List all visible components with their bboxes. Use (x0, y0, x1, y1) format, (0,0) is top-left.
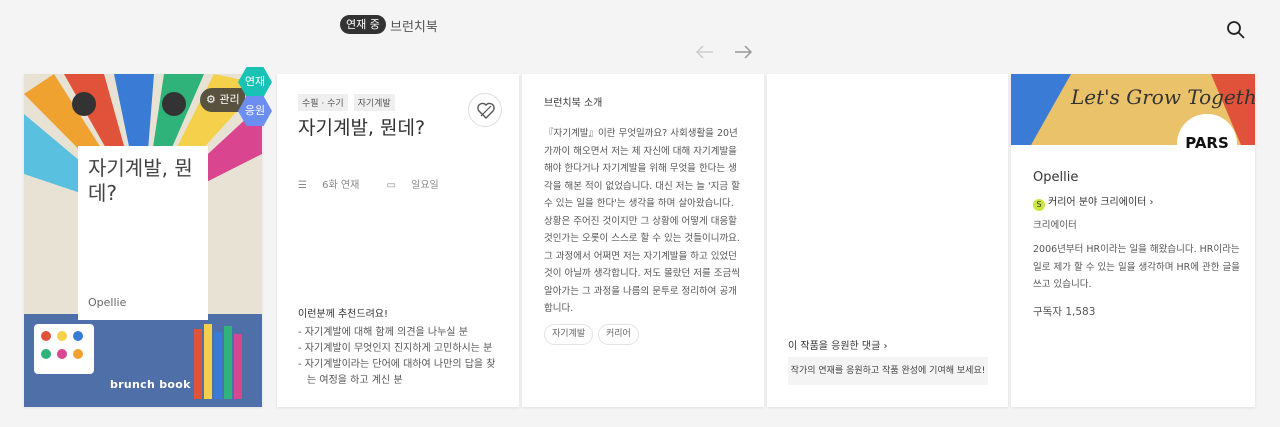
book-title: 자기계발, 뭔데? (298, 117, 426, 139)
category-tags: 수필 · 수기 자기계발 (298, 94, 398, 111)
subscriber-count: 구독자 1,583 (1033, 306, 1096, 318)
brunch-book-logo: brunch book (110, 378, 191, 391)
writer-avatar-text: PARS (1185, 134, 1229, 152)
avatar[interactable]: PARS (1177, 114, 1237, 174)
writer-name[interactable]: Opellie (1033, 170, 1078, 185)
heart-icon (477, 102, 495, 119)
pager-arrows (693, 40, 757, 64)
intro-panel: 브런치북 소개 『자기계발』이란 무엇일까요? 사회생활을 20년 가까이 해오… (522, 74, 764, 407)
episodes-meta: ☰ 6화 연재 (298, 180, 371, 191)
writer-banner-text: Let's Grow Together (1070, 85, 1255, 109)
comments-link[interactable]: 이 작품을 응원한 댓글 › (788, 337, 888, 352)
intro-body: 『자기계발』이란 무엇일까요? 사회생활을 20년 가까이 해오면서 저는 제 … (544, 128, 740, 314)
manage-button[interactable]: ⚙ 관리 (200, 88, 245, 112)
book-type-label: 브런치북 (390, 20, 438, 35)
category-tag[interactable]: 수필 · 수기 (298, 94, 348, 111)
writer-avatar-logo: PARS (1177, 114, 1237, 174)
list-item: 자기계발에 대해 함께 의견을 나누실 분 (298, 325, 503, 341)
top-bar: 연재 중 브런치북 (0, 0, 1280, 59)
publish-day: 일요일 (411, 180, 439, 191)
search-icon[interactable] (1226, 20, 1246, 40)
cover-author: Opellie (88, 296, 127, 309)
gear-icon: ⚙ (206, 93, 216, 106)
list-item: 자기계발이라는 단어에 대하여 나만의 답을 찾는 여정을 하고 계신 분 (298, 357, 503, 389)
recommend-list: 자기계발에 대해 함께 의견을 나누실 분 자기계발이 무엇인지 진지하게 고민… (298, 325, 503, 389)
list-item: 자기계발이 무엇인지 진지하게 고민하시는 분 (298, 341, 503, 357)
cover-title: 자기계발, 뭔데? (88, 156, 193, 205)
writer-panel: Let's Grow Together PARS Opellie S커리어 분야… (1011, 74, 1255, 407)
recommend-heading: 이런분께 추천드려요! (298, 309, 388, 320)
book-meta: ☰ 6화 연재 ▭ 일요일 (298, 176, 463, 191)
keyword-tag[interactable]: 자기계발 (544, 324, 594, 345)
category-tag[interactable]: 자기계발 (353, 94, 395, 111)
book-info-panel: 수필 · 수기 자기계발 자기계발, 뭔데? ☰ 6화 연재 ▭ 일요일 이런분… (277, 74, 519, 407)
list-icon: ☰ (298, 180, 307, 191)
comments-panel: 이 작품을 응원한 댓글 › 작가의 연재를 응원하고 작품 완성에 기여해 보… (767, 74, 1008, 407)
book-cover[interactable]: 자기계발, 뭔데? Opellie brunch book (24, 74, 262, 407)
writer-role-link[interactable]: S 커리어 분야 크리에이터 › (1033, 193, 1154, 211)
arrow-right-icon[interactable] (731, 40, 755, 64)
keyword-tag[interactable]: 커리어 (598, 324, 639, 345)
chevron-right-icon: › (1146, 197, 1154, 208)
writer-type: 크리에이터 (1033, 220, 1077, 231)
arrow-left-icon[interactable] (693, 40, 717, 64)
writer-role: 커리어 분야 크리에이터 (1048, 197, 1147, 208)
status-badge: 연재 중 (340, 15, 386, 34)
creator-badge-icon: S (1033, 199, 1045, 211)
manage-label: 관리 (219, 93, 240, 106)
intro-heading: 브런치북 소개 (544, 98, 603, 109)
chevron-right-icon: › (883, 341, 888, 352)
day-meta: ▭ 일요일 (387, 180, 451, 191)
like-button[interactable] (468, 93, 502, 127)
writer-description: 2006년부터 HR이라는 일을 해왔습니다. HR이라는 일로 제가 할 수 … (1033, 244, 1240, 290)
comment-prompt[interactable]: 작가의 연재를 응원하고 작품 완성에 기여해 보세요! (788, 357, 988, 385)
comments-heading: 이 작품을 응원한 댓글 (788, 341, 881, 352)
calendar-icon: ▭ (386, 180, 396, 191)
episodes-count: 6화 연재 (322, 180, 360, 191)
